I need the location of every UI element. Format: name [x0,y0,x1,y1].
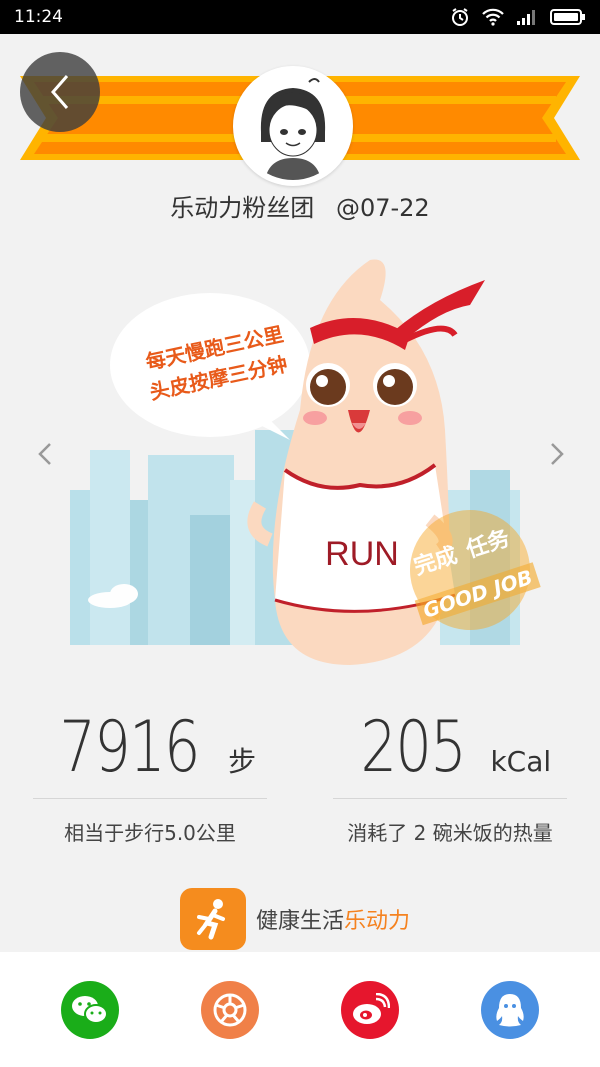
run-mascot-illustration: 每天慢跑三公里 头皮按摩三分钟 RUN 完成 任务 GOOD JOB [70,259,541,665]
user-info: 乐动力粉丝团 @07-22 [0,188,600,223]
wifi-icon [482,8,504,26]
share-date: @07-22 [335,194,430,222]
share-moments-button[interactable] [201,980,259,1039]
shirt-run-text: RUN [325,535,399,573]
divider [33,798,267,799]
calories-stat: 205 kCal 消耗了 2 碗米饭的热量 [333,706,567,846]
chevron-left-icon[interactable] [34,438,58,470]
steps-stat: 7916 步 相当于步行5.0公里 [33,706,267,846]
share-wechat-button[interactable] [61,980,119,1039]
wechat-icon [72,995,108,1024]
avatar[interactable] [233,66,353,186]
brand-footer: 健康生活乐动力 [180,888,410,950]
calories-value: 205 [360,706,466,788]
username: 乐动力粉丝团 [170,194,315,222]
alarm-icon [450,7,470,27]
divider [333,798,567,799]
qq-icon [496,993,524,1026]
steps-value: 7916 [59,706,200,788]
share-bar [0,952,600,1067]
calories-unit: kCal [490,745,552,778]
status-bar: 11:24 [0,0,600,34]
back-button[interactable] [20,52,100,132]
weibo-icon [353,992,390,1024]
battery-icon [550,8,586,26]
status-time: 11:24 [14,7,63,27]
calories-description: 消耗了 2 碗米饭的热量 [347,821,553,845]
share-weibo-button[interactable] [341,980,399,1039]
brand-slogan-plain: 健康生活 [256,909,345,934]
app-logo-icon [180,888,246,950]
steps-description: 相当于步行5.0公里 [64,821,236,845]
chevron-left-icon [51,75,69,109]
brand-slogan: 健康生活乐动力 [256,903,410,935]
moments-icon [213,993,247,1026]
share-qq-button[interactable] [481,980,539,1039]
signal-icon [516,8,538,26]
brand-slogan-highlight: 乐动力 [344,909,411,934]
steps-unit: 步 [228,745,257,778]
